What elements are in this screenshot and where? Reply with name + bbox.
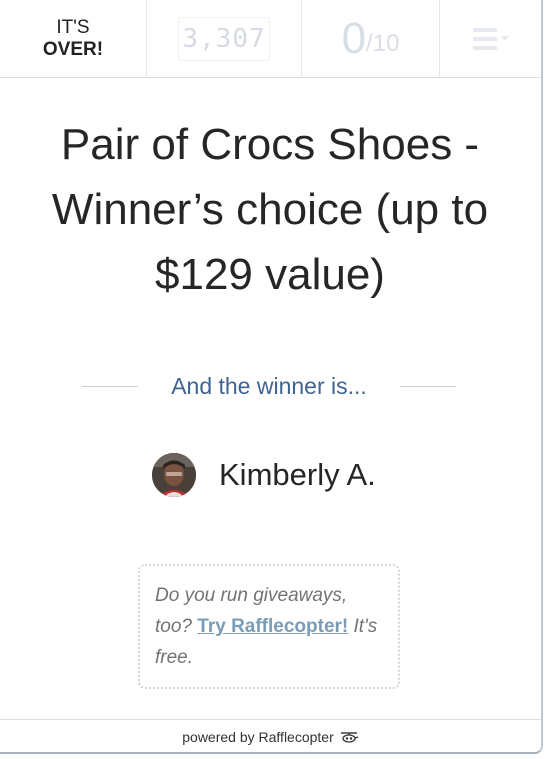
hamburger-menu-icon[interactable] <box>472 27 509 50</box>
try-rafflecopter-link[interactable]: Try Rafflecopter! <box>197 616 348 637</box>
topbar: IT'S OVER! 3,307 0 /10 <box>0 0 541 78</box>
winner-divider: And the winner is... <box>82 368 456 404</box>
promo-box: Do you run giveaways, too? Try Rafflecop… <box>138 564 400 689</box>
winner-avatar <box>152 453 196 497</box>
winner-heading: And the winner is... <box>171 372 367 399</box>
status-line2: OVER! <box>42 38 104 60</box>
entries-count: 3,307 <box>178 16 270 61</box>
winner-row: Kimberly A. <box>152 452 376 498</box>
rafflecopter-logo-icon <box>339 730 359 744</box>
user-entries-score: 0 <box>341 13 367 63</box>
chevron-down-icon <box>500 36 509 41</box>
status-line1: IT'S <box>56 16 90 38</box>
prize-title: Pair of Crocs Shoes - Winner’s choice (u… <box>51 120 489 299</box>
score-cell: 0 /10 <box>302 0 440 77</box>
powered-by-label[interactable]: powered by Rafflecopter <box>182 729 334 745</box>
menu-cell[interactable] <box>440 0 541 77</box>
footer[interactable]: powered by Rafflecopter <box>0 719 541 752</box>
score-total: /10 <box>366 29 400 57</box>
entries-cell: 3,307 <box>147 0 302 77</box>
status-cell: IT'S OVER! <box>0 0 147 77</box>
giveaway-widget: IT'S OVER! 3,307 0 /10 Pair of Crocs Sho… <box>0 0 543 754</box>
divider-line-left <box>82 385 138 387</box>
divider-line-right <box>400 385 456 387</box>
winner-name: Kimberly A. <box>219 457 376 492</box>
